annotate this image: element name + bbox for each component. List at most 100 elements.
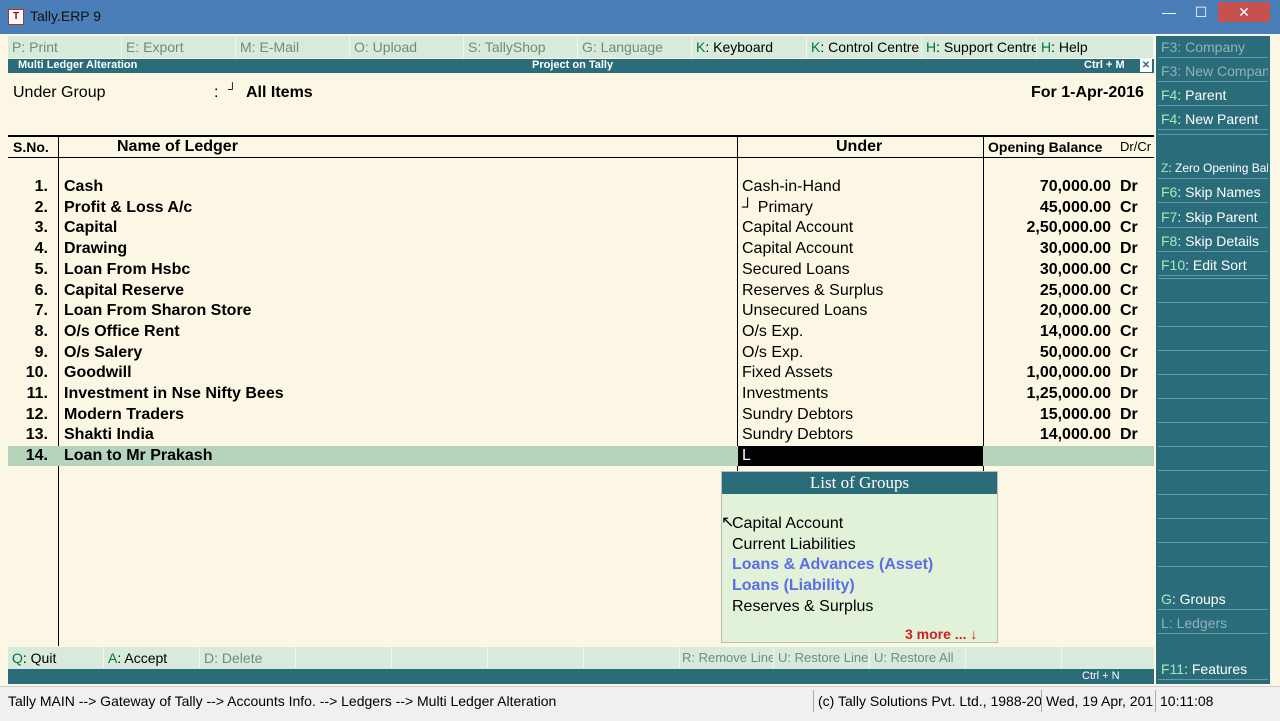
top-menu-help-button[interactable]: H: Help — [1037, 36, 1154, 58]
minimize-icon[interactable]: — — [1154, 2, 1184, 22]
panel-parent-button[interactable]: F4: Parent — [1158, 84, 1268, 106]
table-row[interactable]: 2. Profit & Loss A/c ┘ Primary 45,000.00 Cr — [8, 198, 1154, 218]
panel-features-button[interactable]: F11: Features — [1158, 658, 1268, 680]
row-drcr[interactable]: Cr — [1120, 218, 1138, 238]
panel-ledgers-button[interactable]: L: Ledgers — [1158, 612, 1268, 634]
row-under-group[interactable]: Capital Account — [742, 239, 853, 259]
row-drcr[interactable]: Dr — [1120, 239, 1138, 259]
row-under-group[interactable]: Unsecured Loans — [742, 301, 867, 321]
maximize-icon[interactable]: ☐ — [1186, 2, 1216, 22]
row-ledger-name[interactable]: Loan From Hsbc — [64, 260, 190, 280]
row-ledger-name[interactable]: Shakti India — [64, 425, 154, 445]
bottom-accept-button[interactable]: A: Accept — [104, 647, 200, 669]
row-under-group[interactable]: ┘ Primary — [742, 198, 813, 218]
group-list-item[interactable]: Loans (Liability) — [732, 576, 855, 596]
row-opening-balance[interactable]: 2,50,000.00 — [988, 218, 1111, 238]
row-opening-balance[interactable]: 70,000.00 — [988, 177, 1111, 197]
panel-edit-sort-button[interactable]: F10: Edit Sort — [1158, 254, 1268, 276]
top-menu-keyboard-button[interactable]: K: Keyboard — [692, 36, 807, 58]
close-icon[interactable]: ✕ — [1140, 59, 1152, 72]
bottom-quit-button[interactable]: Q: Quit — [8, 647, 104, 669]
row-opening-balance[interactable]: 20,000.00 — [988, 301, 1111, 321]
row-under-group[interactable]: Reserves & Surplus — [742, 281, 883, 301]
row-opening-balance[interactable]: 50,000.00 — [988, 343, 1111, 363]
group-list-item[interactable]: Reserves & Surplus — [732, 597, 873, 617]
row-drcr[interactable]: Dr — [1120, 425, 1138, 445]
table-row[interactable]: 7. Loan From Sharon Store Unsecured Loans 2… — [8, 301, 1154, 321]
row-opening-balance[interactable]: 1,25,000.00 — [988, 384, 1111, 404]
panel-skip-details-button[interactable]: F8: Skip Details — [1158, 230, 1268, 252]
top-menu-language-button[interactable]: G: Language — [578, 36, 692, 58]
top-menu-upload-button[interactable]: O: Upload — [350, 36, 464, 58]
row-under-group[interactable]: Investments — [742, 384, 828, 404]
bottom-remove-line-button[interactable]: R: Remove Line — [678, 647, 774, 669]
table-row[interactable]: 6. Capital Reserve Reserves & Surplus 25,00… — [8, 281, 1154, 301]
row-opening-balance[interactable]: 15,000.00 — [988, 405, 1111, 425]
row-under-group[interactable]: Secured Loans — [742, 260, 850, 280]
top-menu-export-button[interactable]: E: Export — [122, 36, 236, 58]
row-under-group[interactable]: Sundry Debtors — [742, 405, 853, 425]
row-drcr[interactable]: Cr — [1120, 198, 1138, 218]
panel-new-parent-button[interactable]: F4: New Parent — [1158, 108, 1268, 130]
top-menu-print-button[interactable]: P: Print — [8, 36, 122, 58]
row-drcr[interactable]: Dr — [1120, 363, 1138, 383]
panel-skip-parent-button[interactable]: F7: Skip Parent — [1158, 206, 1268, 228]
row-ledger-name[interactable]: Cash — [64, 177, 103, 197]
table-row[interactable]: 10. Goodwill Fixed Assets 1,00,000.00 Dr — [8, 363, 1154, 383]
close-icon[interactable]: ✕ — [1218, 2, 1270, 22]
top-menu-support-centre-button[interactable]: H: Support Centre — [922, 36, 1037, 58]
row-under-group[interactable]: Cash-in-Hand — [742, 177, 841, 197]
row-under-group[interactable]: Fixed Assets — [742, 363, 833, 383]
row-drcr[interactable]: Dr — [1120, 405, 1138, 425]
row-ledger-name[interactable]: Drawing — [64, 239, 127, 259]
top-menu-e-mail-button[interactable]: M: E-Mail — [236, 36, 350, 58]
row-under-group[interactable]: Sundry Debtors — [742, 425, 853, 445]
row-under-group[interactable]: Capital Account — [742, 218, 853, 238]
row-ledger-name[interactable]: Goodwill — [64, 363, 132, 383]
table-row[interactable]: 12. Modern Traders Sundry Debtors 15,000.00… — [8, 405, 1154, 425]
table-row[interactable]: 8. O/s Office Rent O/s Exp. 14,000.00 Cr — [8, 322, 1154, 342]
row-drcr[interactable]: Cr — [1120, 260, 1138, 280]
table-row[interactable]: 9. O/s Salery O/s Exp. 50,000.00 Cr — [8, 343, 1154, 363]
panel-groups-button[interactable]: G: Groups — [1158, 588, 1268, 610]
row-opening-balance[interactable]: 30,000.00 — [988, 260, 1111, 280]
row-drcr[interactable]: Cr — [1120, 343, 1138, 363]
row-ledger-name[interactable]: Profit & Loss A/c — [64, 198, 192, 218]
bottom-delete-button[interactable]: D: Delete — [200, 647, 296, 669]
row-opening-balance[interactable]: 14,000.00 — [988, 425, 1111, 445]
row-opening-balance[interactable]: 14,000.00 — [988, 322, 1111, 342]
table-row[interactable]: 11. Investment in Nse Nifty Bees Investmen… — [8, 384, 1154, 404]
row-ledger-name[interactable]: Investment in Nse Nifty Bees — [64, 384, 284, 404]
table-row[interactable]: 3. Capital Capital Account 2,50,000.00 Cr — [8, 218, 1154, 238]
row-under-group[interactable]: O/s Exp. — [742, 322, 803, 342]
table-row[interactable]: 1. Cash Cash-in-Hand 70,000.00 Dr — [8, 177, 1154, 197]
row-ledger-name[interactable]: Capital — [64, 218, 117, 238]
bottom-restore-all-button[interactable]: U: Restore All — [870, 647, 966, 669]
panel-skip-names-button[interactable]: F6: Skip Names — [1158, 181, 1268, 203]
top-menu-tallyshop-button[interactable]: S: TallyShop — [464, 36, 578, 58]
row-drcr[interactable]: Cr — [1120, 301, 1138, 321]
row-drcr[interactable]: Dr — [1120, 384, 1138, 404]
table-row[interactable]: 4. Drawing Capital Account 30,000.00 Dr — [8, 239, 1154, 259]
row-drcr[interactable]: Dr — [1120, 177, 1138, 197]
panel-zero-opening-bal-button[interactable]: Z: Zero Opening Bal — [1158, 157, 1268, 179]
row-drcr[interactable]: Cr — [1120, 322, 1138, 342]
row-drcr[interactable]: Cr — [1120, 281, 1138, 301]
more-items-indicator[interactable]: 3 more ... ↓ — [905, 626, 977, 642]
under-input[interactable]: L — [738, 446, 983, 466]
row-ledger-name[interactable]: Loan From Sharon Store — [64, 301, 252, 321]
row-opening-balance[interactable]: 1,00,000.00 — [988, 363, 1111, 383]
row-ledger-name[interactable]: Loan to Mr Prakash — [64, 446, 212, 466]
row-under-group[interactable]: O/s Exp. — [742, 343, 803, 363]
row-ledger-name[interactable]: O/s Office Rent — [64, 322, 180, 342]
row-opening-balance[interactable]: 30,000.00 — [988, 239, 1111, 259]
row-ledger-name[interactable]: Modern Traders — [64, 405, 184, 425]
group-list-item[interactable]: Current Liabilities — [732, 535, 856, 555]
row-ledger-name[interactable]: O/s Salery — [64, 343, 142, 363]
table-row[interactable]: 13. Shakti India Sundry Debtors 14,000.00 Dr — [8, 425, 1154, 445]
bottom-restore-line-button[interactable]: U: Restore Line — [774, 647, 870, 669]
group-list-item[interactable]: Capital Account — [732, 514, 843, 534]
panel-company-button[interactable]: F3: Company — [1158, 36, 1268, 58]
under-group-value[interactable]: All Items — [246, 84, 313, 102]
table-row-active[interactable]: 14. Loan to Mr Prakash L — [8, 446, 1154, 466]
